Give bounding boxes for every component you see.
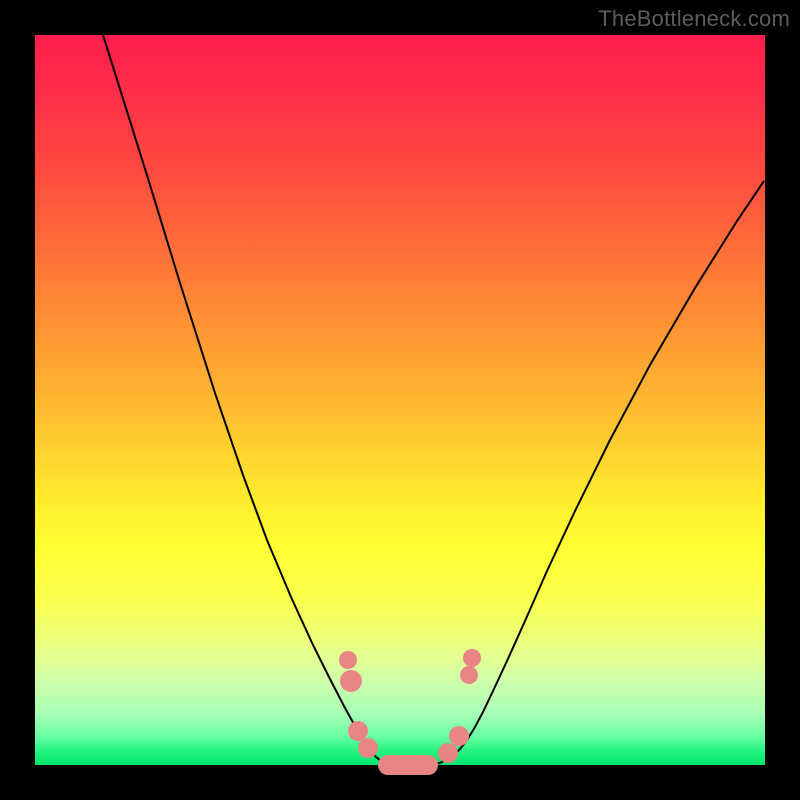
curve-marker	[460, 666, 478, 684]
plot-area	[35, 35, 765, 765]
chart-frame: TheBottleneck.com	[0, 0, 800, 800]
curve-marker	[348, 721, 368, 741]
watermark-text: TheBottleneck.com	[598, 6, 790, 32]
curve-marker	[339, 651, 357, 669]
curve-marker	[438, 743, 458, 763]
curve-marker	[358, 738, 378, 758]
curve-marker	[340, 670, 362, 692]
curve-svg	[35, 35, 765, 765]
curve-marker	[378, 755, 438, 775]
curve-marker	[449, 726, 469, 746]
bottleneck-curve-path	[103, 35, 764, 765]
curve-marker	[463, 649, 481, 667]
